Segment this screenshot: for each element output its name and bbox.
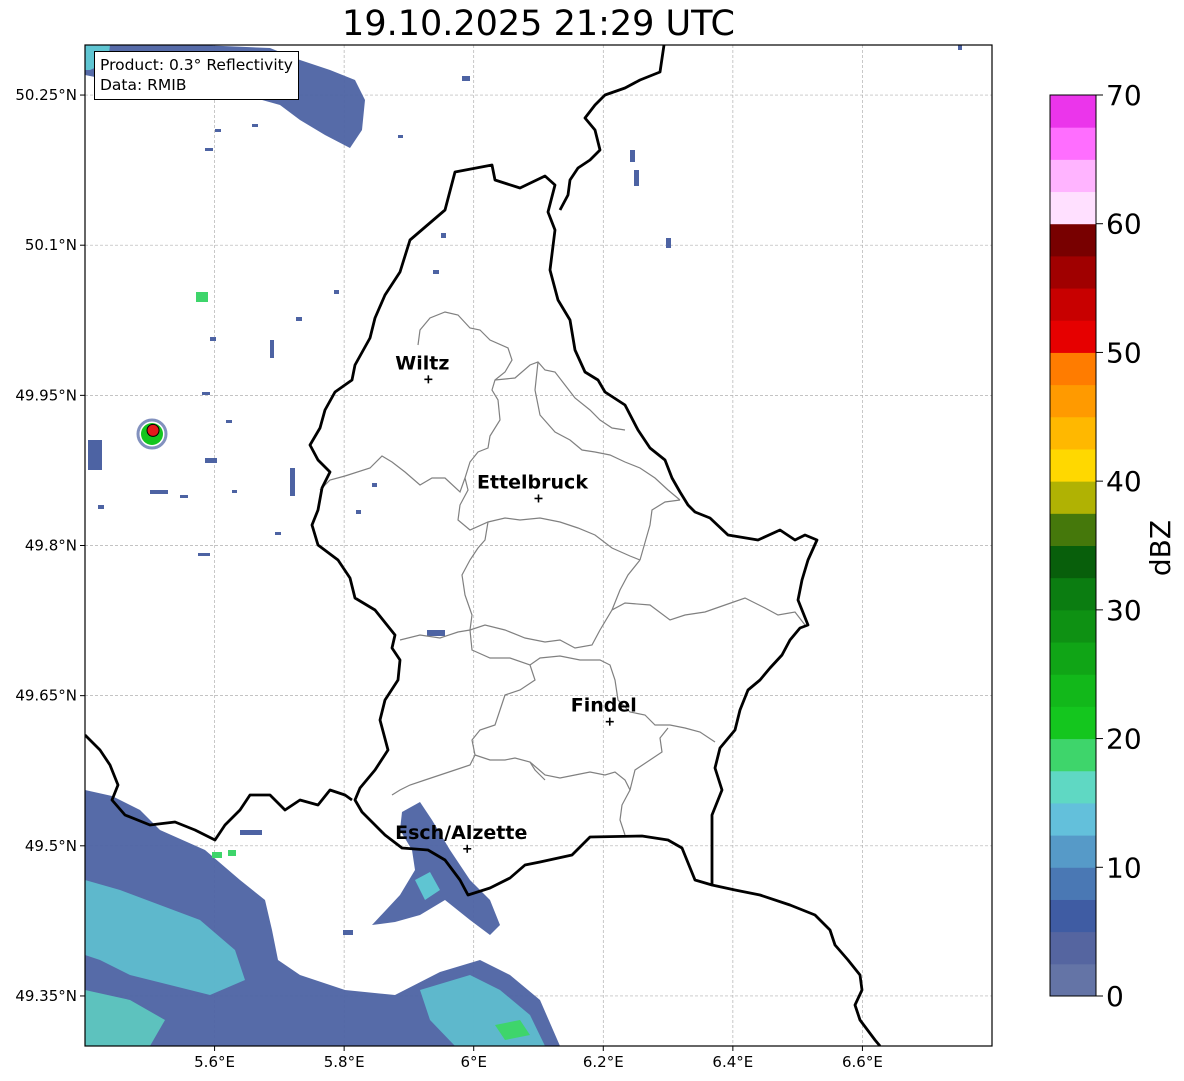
colorbar-tick-label: 70 — [1106, 79, 1142, 112]
colorbar-segment — [1050, 127, 1096, 160]
lon-tick-label: 6.2°E — [583, 1053, 624, 1071]
colorbar-label: dBZ — [1144, 520, 1177, 576]
colorbar-segment — [1050, 191, 1096, 225]
colorbar-segment — [1050, 577, 1096, 611]
lat-tick-label: 49.65°N — [15, 687, 77, 705]
colorbar-segment — [1050, 481, 1096, 514]
city-label: Esch/Alzette — [395, 822, 527, 844]
colorbar-segment — [1050, 288, 1096, 321]
colorbar-segment — [1050, 706, 1096, 740]
colorbar-segment — [1050, 963, 1096, 997]
colorbar-tick-label: 30 — [1106, 594, 1142, 627]
colorbar-segment — [1050, 899, 1096, 933]
colorbar: 0 10 20 30 40 50 60 70 — [1049, 79, 1142, 1013]
lon-tick-label: 5.6°E — [194, 1053, 235, 1071]
lat-tick-label: 49.35°N — [15, 987, 77, 1005]
colorbar-tick-label: 60 — [1106, 208, 1142, 241]
colorbar-segment — [1050, 609, 1096, 643]
colorbar-segment — [1050, 513, 1096, 546]
data-source-label: Data: RMIB — [100, 76, 187, 94]
lat-tick-label: 50.1°N — [25, 236, 77, 254]
city-label: Findel — [571, 695, 637, 717]
lon-tick-label: 6.6°E — [842, 1053, 883, 1071]
colorbar-segment — [1050, 255, 1096, 289]
colorbar-tick-label: 10 — [1106, 851, 1142, 884]
colorbar-segment — [1050, 159, 1096, 193]
info-box: Product: 0.3° Reflectivity Data: RMIB — [94, 51, 299, 100]
radar-site-marker — [146, 423, 160, 437]
colorbar-segment — [1050, 95, 1096, 128]
colorbar-segment — [1050, 931, 1096, 965]
colorbar-segment — [1050, 770, 1096, 804]
lon-tick-label: 6.4°E — [712, 1053, 753, 1071]
colorbar-segment — [1050, 320, 1096, 353]
colorbar-segment — [1050, 738, 1096, 772]
city-label: Wiltz — [395, 352, 449, 374]
product-label: Product: 0.3° Reflectivity — [100, 56, 293, 74]
radar-map: Wiltz Ettelbruck Findel Esch/Alzette 5.6°E 5… — [15, 44, 1177, 1071]
lat-tick-label: 50.25°N — [15, 86, 77, 104]
city-label: Ettelbruck — [477, 471, 588, 493]
colorbar-tick-label: 50 — [1106, 336, 1142, 369]
colorbar-tick-label: 0 — [1106, 980, 1124, 1013]
lon-tick-label: 5.8°E — [324, 1053, 365, 1071]
colorbar-segment — [1050, 384, 1096, 418]
colorbar-segment — [1050, 448, 1096, 482]
colorbar-segment — [1050, 642, 1096, 675]
lon-tick-label: 6°E — [460, 1053, 487, 1071]
colorbar-tick-label: 20 — [1106, 723, 1142, 756]
colorbar-segment — [1050, 416, 1096, 450]
colorbar-segment — [1050, 867, 1096, 900]
colorbar-segment — [1050, 674, 1096, 707]
colorbar-segment — [1050, 545, 1096, 579]
colorbar-segment — [1050, 223, 1096, 257]
colorbar-segment — [1050, 802, 1096, 836]
colorbar-tick-label: 40 — [1106, 465, 1142, 498]
colorbar-segment — [1050, 352, 1096, 386]
lat-tick-label: 49.8°N — [25, 537, 77, 555]
lat-tick-label: 49.5°N — [25, 837, 77, 855]
colorbar-segment — [1050, 835, 1096, 868]
lat-tick-label: 49.95°N — [15, 386, 77, 404]
